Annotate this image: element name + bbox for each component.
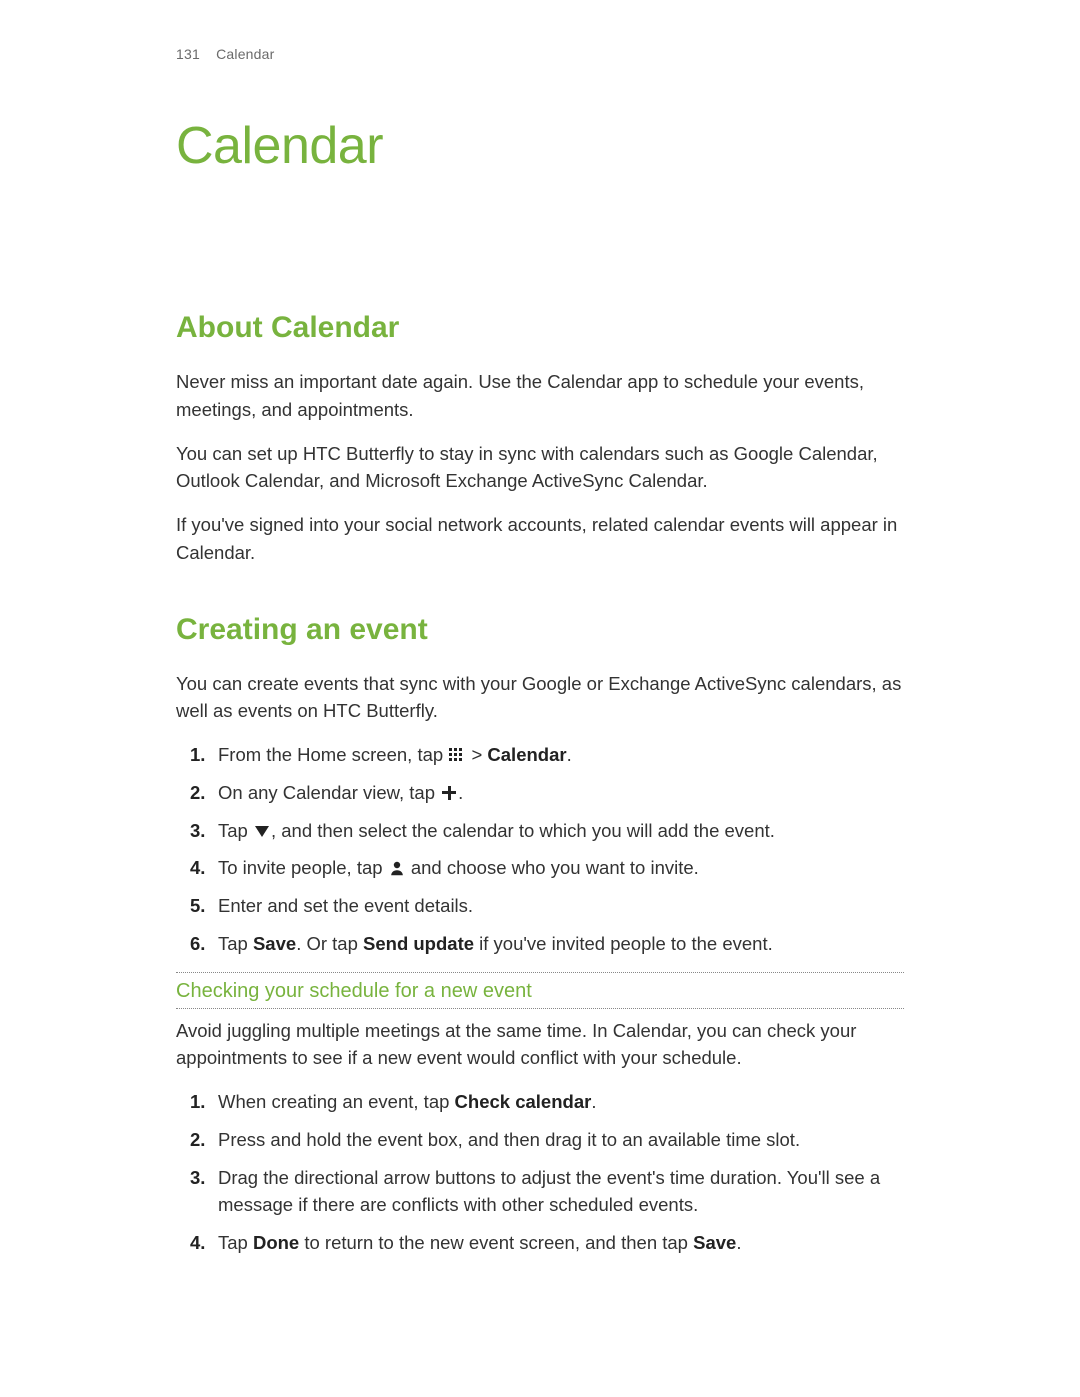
creating-step-3: Tap , and then select the calendar to wh… <box>176 817 904 845</box>
creating-step-1: From the Home screen, tap > Calendar. <box>176 741 904 769</box>
creating-step-6: Tap Save. Or tap Send update if you've i… <box>176 930 904 958</box>
checking-steps-list: When creating an event, tap Check calend… <box>176 1088 904 1257</box>
checking-step-2: Press and hold the event box, and then d… <box>176 1126 904 1154</box>
step-text: . <box>567 744 572 765</box>
creating-intro: You can create events that sync with you… <box>176 670 904 726</box>
save-label: Save <box>693 1232 736 1253</box>
step-text: From the Home screen, tap <box>218 744 448 765</box>
step-text: Tap <box>218 1232 253 1253</box>
chevron-down-icon <box>253 823 271 839</box>
about-paragraph-1: Never miss an important date again. Use … <box>176 368 904 424</box>
step-text: . <box>458 782 463 803</box>
apps-grid-icon <box>448 747 466 763</box>
creating-step-2: On any Calendar view, tap . <box>176 779 904 807</box>
step-separator: > <box>471 744 487 765</box>
save-label: Save <box>253 933 296 954</box>
step-text: and choose who you want to invite. <box>411 857 699 878</box>
calendar-app-label: Calendar <box>487 744 566 765</box>
step-text: , and then select the calendar to which … <box>271 820 775 841</box>
creating-steps-list: From the Home screen, tap > Calendar. On… <box>176 741 904 958</box>
checking-step-4: Tap Done to return to the new event scre… <box>176 1229 904 1257</box>
chapter-name: Calendar <box>216 46 274 62</box>
plus-icon <box>440 785 458 801</box>
checking-step-3: Drag the directional arrow buttons to ad… <box>176 1164 904 1220</box>
about-paragraph-3: If you've signed into your social networ… <box>176 511 904 567</box>
page-title: Calendar <box>176 107 904 185</box>
page-header: 131 Calendar <box>176 44 904 65</box>
done-label: Done <box>253 1232 299 1253</box>
checking-step-1: When creating an event, tap Check calend… <box>176 1088 904 1116</box>
subsection-separator: Checking your schedule for a new event <box>176 972 904 1009</box>
step-text: When creating an event, tap <box>218 1091 455 1112</box>
check-calendar-label: Check calendar <box>455 1091 592 1112</box>
step-text: . Or tap <box>296 933 363 954</box>
step-text: Tap <box>218 933 253 954</box>
step-text: On any Calendar view, tap <box>218 782 440 803</box>
creating-heading: Creating an event <box>176 607 904 652</box>
send-update-label: Send update <box>363 933 474 954</box>
about-paragraph-2: You can set up HTC Butterfly to stay in … <box>176 440 904 496</box>
page-content: 131 Calendar Calendar About Calendar Nev… <box>0 0 1080 1347</box>
person-icon <box>388 860 406 876</box>
step-text: To invite people, tap <box>218 857 388 878</box>
step-text: Tap <box>218 820 253 841</box>
checking-heading: Checking your schedule for a new event <box>176 976 904 1006</box>
creating-step-4: To invite people, tap and choose who you… <box>176 854 904 882</box>
step-text: . <box>591 1091 596 1112</box>
step-text: to return to the new event screen, and t… <box>299 1232 693 1253</box>
creating-step-5: Enter and set the event details. <box>176 892 904 920</box>
page-number: 131 <box>176 44 212 65</box>
step-text: . <box>736 1232 741 1253</box>
about-heading: About Calendar <box>176 305 904 350</box>
step-text: if you've invited people to the event. <box>474 933 773 954</box>
checking-intro: Avoid juggling multiple meetings at the … <box>176 1017 904 1073</box>
